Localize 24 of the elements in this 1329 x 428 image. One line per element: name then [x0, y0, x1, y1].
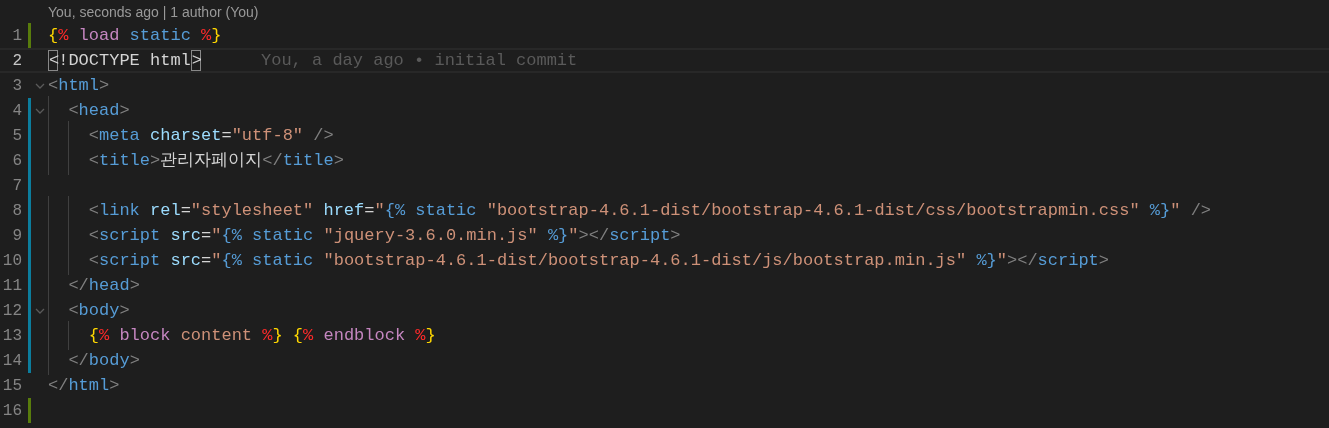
fold-chevron-icon[interactable]	[34, 107, 45, 114]
fold-chevron-icon[interactable]	[34, 82, 45, 89]
line-number: 14	[1, 351, 22, 370]
line-number: 11	[1, 276, 22, 295]
line-number: 16	[1, 401, 22, 420]
code-line: <html>	[48, 75, 110, 96]
code-line: </html>	[48, 375, 120, 396]
line-number: 1	[11, 26, 22, 45]
line-number: 3	[11, 76, 22, 95]
line-number: 12	[1, 301, 22, 320]
inline-blame: You, a day ago • initial commit	[261, 51, 578, 70]
line-number: 15	[1, 376, 22, 395]
line-number: 8	[11, 201, 22, 220]
line-number: 5	[11, 126, 22, 145]
fold-chevron-icon[interactable]	[34, 307, 45, 314]
code-line: {% load static %}	[48, 25, 222, 46]
line-number: 2	[11, 51, 22, 70]
line-number: 10	[1, 251, 22, 270]
blame-header[interactable]: You, seconds ago | 1 author (You)	[48, 3, 259, 20]
line-number: 4	[11, 101, 22, 120]
line-number: 7	[11, 176, 22, 195]
line-number: 13	[1, 326, 22, 345]
line-number: 9	[11, 226, 22, 245]
line-number: 6	[11, 151, 22, 170]
